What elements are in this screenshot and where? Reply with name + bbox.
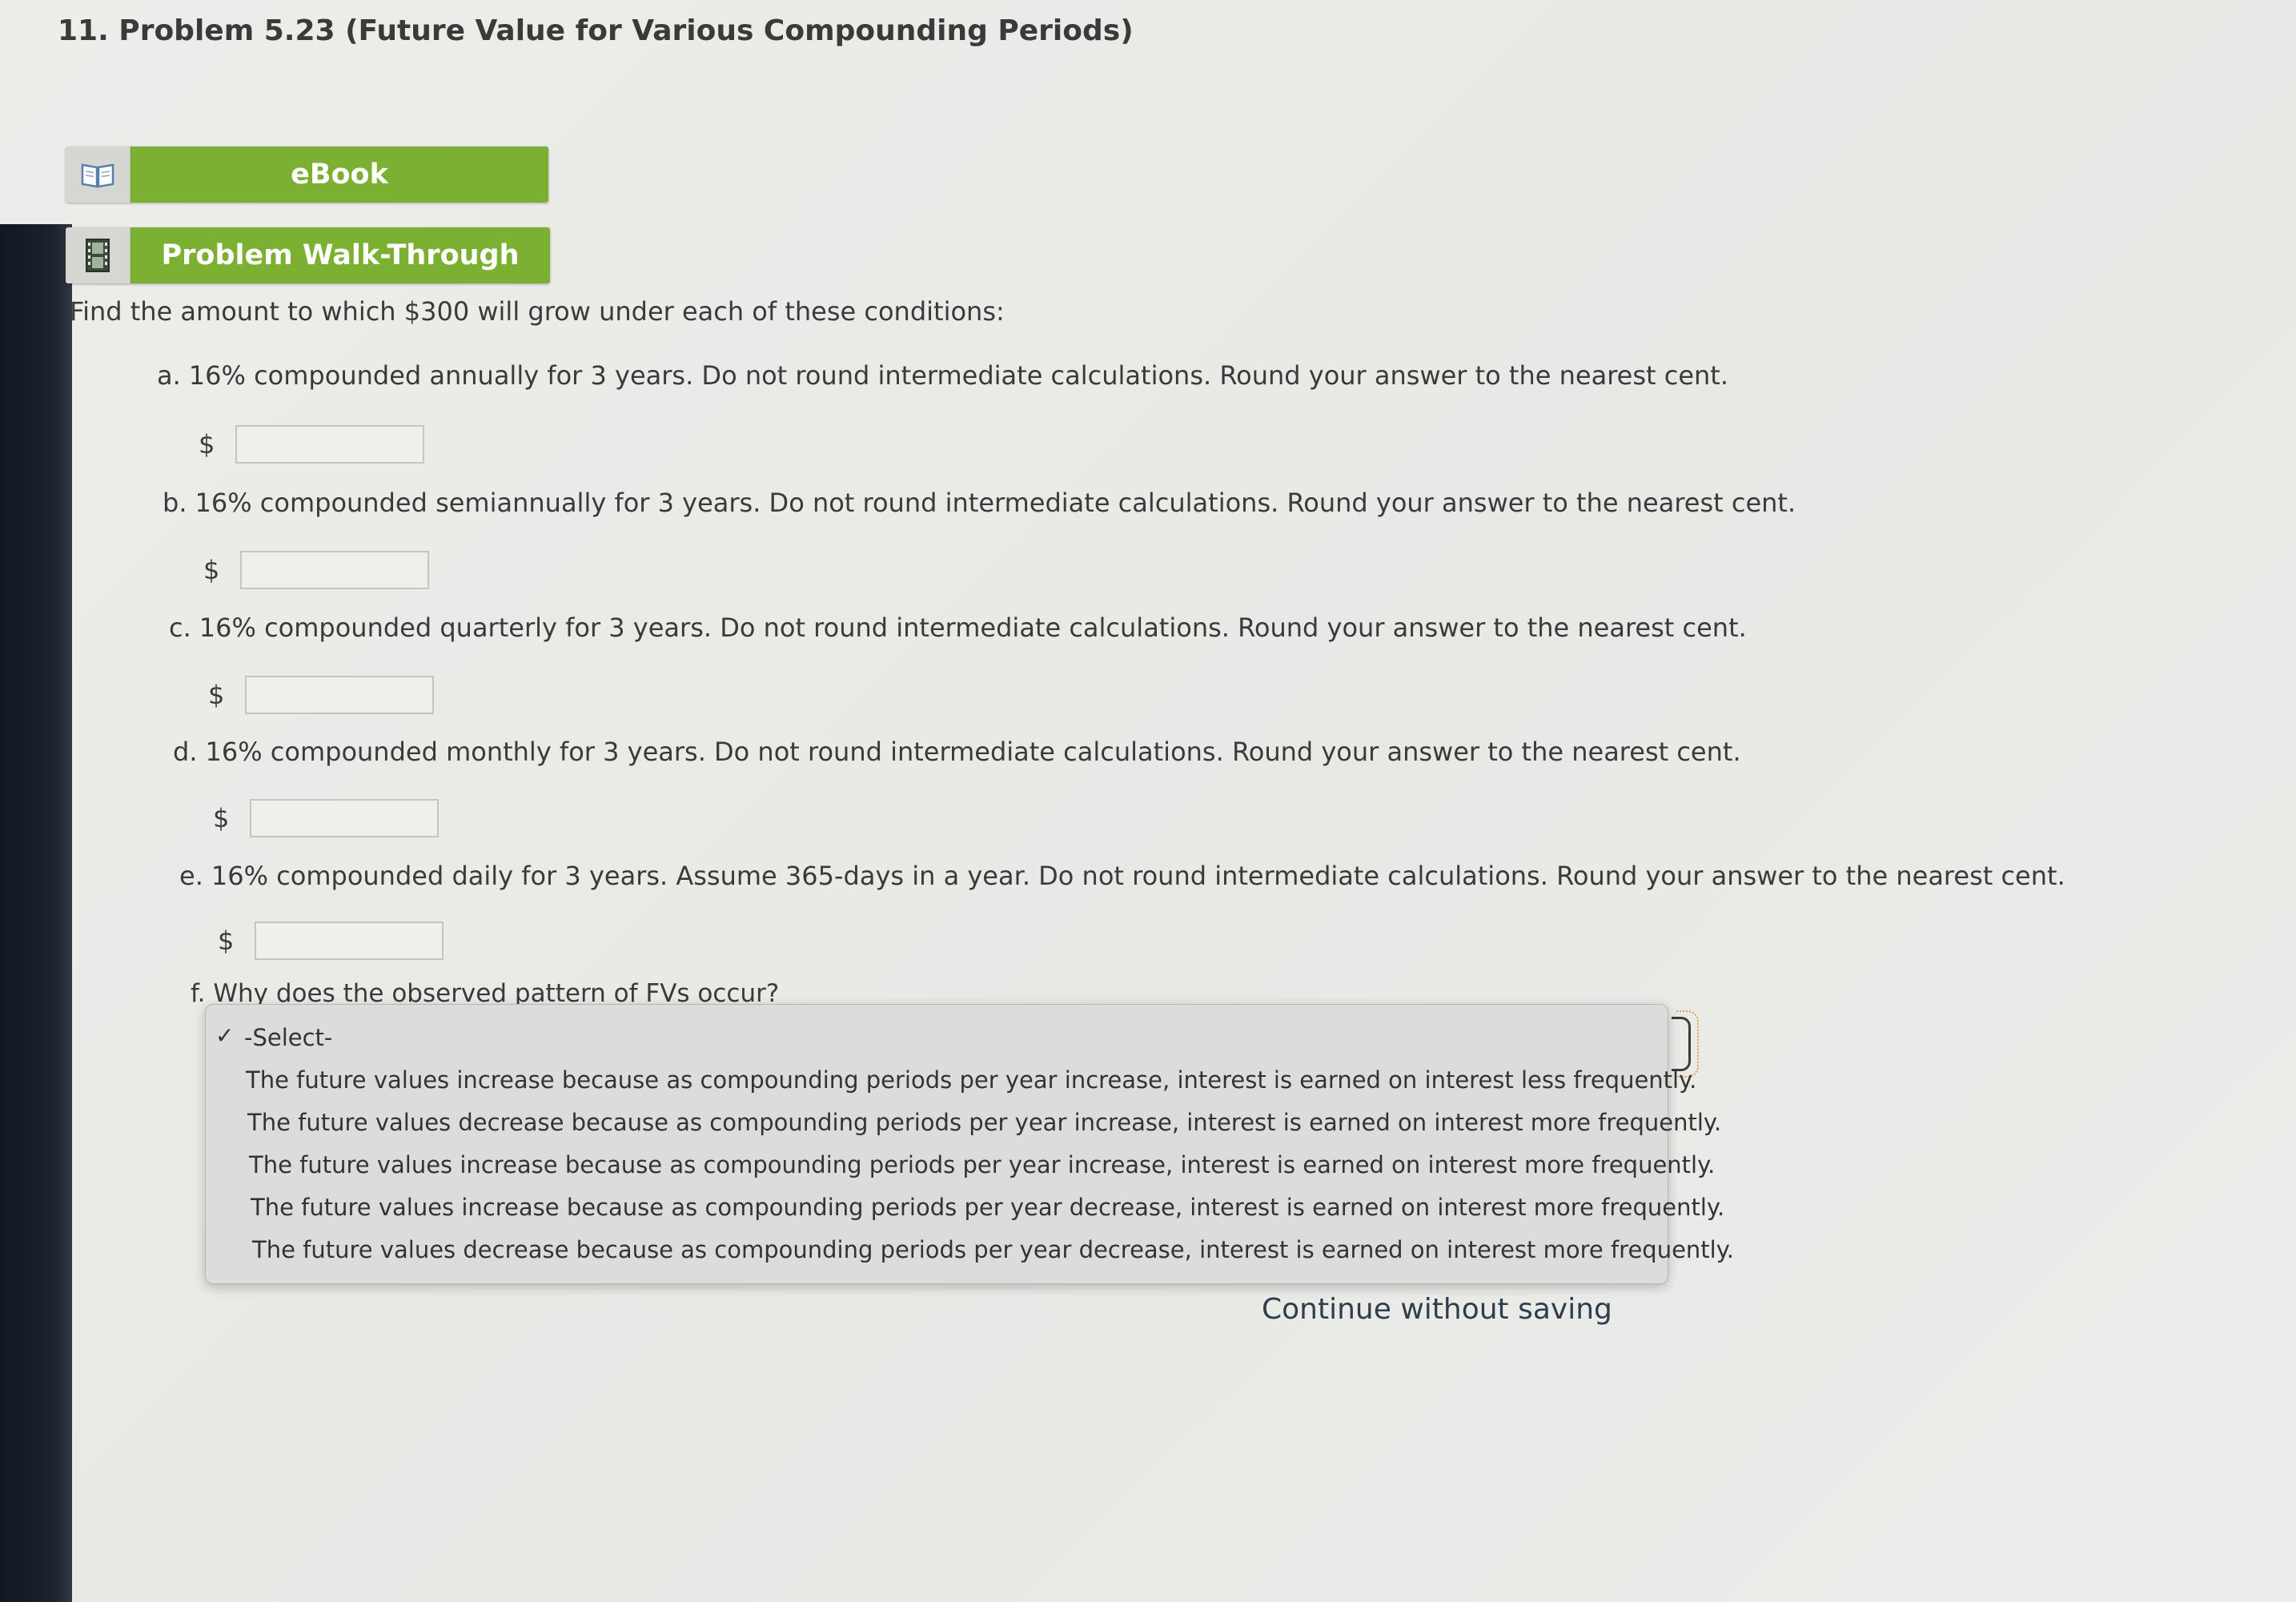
problem-walkthrough-button[interactable]: Problem Walk-Through <box>66 227 550 283</box>
dollar-sign: $ <box>208 680 225 710</box>
answer-row-a: $ <box>199 425 424 464</box>
book-icon <box>66 147 130 203</box>
dollar-sign: $ <box>213 803 230 833</box>
dropdown-option-2[interactable]: The future values decrease because as co… <box>247 1109 1721 1136</box>
pattern-dropdown-list[interactable]: ✓ -Select- The future values increase be… <box>205 1004 1734 1284</box>
question-e: e. 16% compounded daily for 3 years. Assu… <box>179 861 2065 891</box>
question-text: 16% compounded quarterly for 3 years. Do… <box>199 612 1747 643</box>
ebook-label: eBook <box>130 147 548 203</box>
dropdown-option-4[interactable]: The future values increase because as co… <box>251 1194 1724 1221</box>
question-text: Why does the observed pattern of FVs occ… <box>213 979 780 1006</box>
question-letter: c. <box>169 612 191 643</box>
question-a: a. 16% compounded annually for 3 years. D… <box>157 360 1728 391</box>
continue-without-saving-link[interactable]: Continue without saving <box>1262 1293 1612 1326</box>
answer-row-d: $ <box>213 799 439 837</box>
answer-input-e[interactable] <box>255 921 444 960</box>
dropdown-option-select[interactable]: -Select- <box>244 1024 332 1051</box>
left-dark-strip <box>0 224 72 1602</box>
question-text: 16% compounded semiannually for 3 years.… <box>195 488 1796 518</box>
answer-input-b[interactable] <box>240 551 429 589</box>
pattern-select[interactable] <box>1672 1017 1691 1071</box>
question-letter: a. <box>157 360 181 391</box>
problem-intro: Find the amount to which $300 will grow … <box>70 296 1005 327</box>
checkmark-icon: ✓ <box>215 1022 235 1049</box>
answer-row-c: $ <box>208 676 434 714</box>
problem-walkthrough-label: Problem Walk-Through <box>130 227 550 283</box>
dollar-sign: $ <box>199 429 215 460</box>
question-letter: b. <box>163 488 187 518</box>
dollar-sign: $ <box>218 925 235 956</box>
page-title: 11. Problem 5.23 (Future Value for Vario… <box>58 14 1134 47</box>
question-text: 16% compounded daily for 3 years. Assume… <box>211 861 2065 891</box>
question-b: b. 16% compounded semiannually for 3 year… <box>163 488 1796 518</box>
question-c: c. 16% compounded quarterly for 3 years. … <box>169 612 1747 643</box>
question-text: 16% compounded monthly for 3 years. Do n… <box>205 737 1741 767</box>
question-letter: e. <box>179 861 203 891</box>
dropdown-option-1[interactable]: The future values increase because as co… <box>246 1066 1696 1094</box>
film-icon <box>66 227 130 283</box>
dropdown-option-3[interactable]: The future values increase because as co… <box>249 1151 1715 1178</box>
question-d: d. 16% compounded monthly for 3 years. Do… <box>173 737 1741 767</box>
question-text: 16% compounded annually for 3 years. Do … <box>188 360 1728 391</box>
question-letter: d. <box>173 737 198 767</box>
answer-input-a[interactable] <box>235 425 424 464</box>
answer-input-d[interactable] <box>250 799 439 837</box>
ebook-button[interactable]: eBook <box>66 147 548 203</box>
dollar-sign: $ <box>203 555 220 585</box>
answer-row-e: $ <box>218 921 444 960</box>
answer-input-c[interactable] <box>245 676 434 714</box>
question-f: f. Why does the observed pattern of FVs … <box>191 979 779 1006</box>
question-letter: f. <box>191 979 206 1006</box>
answer-row-b: $ <box>203 551 429 589</box>
dropdown-option-5[interactable]: The future values decrease because as co… <box>252 1236 1734 1263</box>
